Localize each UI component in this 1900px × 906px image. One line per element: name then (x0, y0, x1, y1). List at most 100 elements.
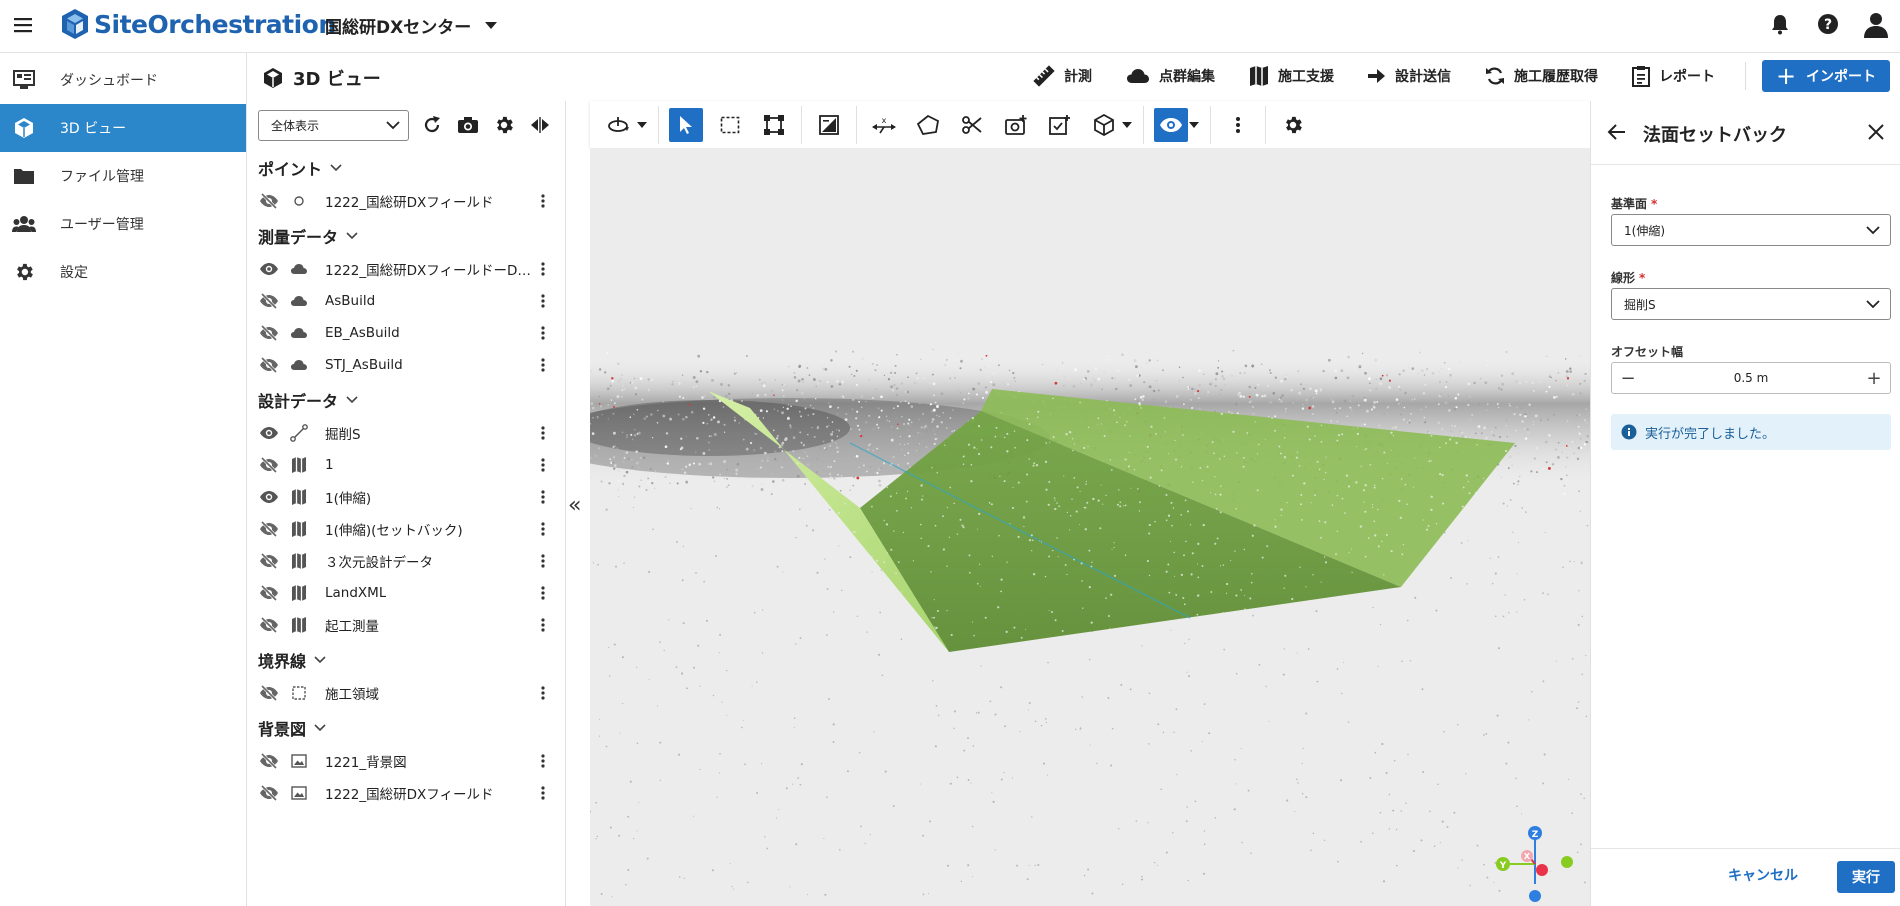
layer-name[interactable]: 掘削S (325, 423, 361, 443)
design-send-button[interactable]: 設計送信 (1368, 66, 1451, 86)
more-vert-icon[interactable] (533, 259, 553, 279)
more-vert-icon[interactable] (533, 783, 553, 803)
polygon-icon[interactable] (911, 108, 945, 142)
eye-off-icon[interactable] (258, 518, 280, 540)
more-vert-icon[interactable] (533, 455, 553, 475)
layer-row[interactable]: 1222_国総研DXフィールドーD… (247, 253, 565, 285)
layer-name[interactable]: LandXML (325, 585, 386, 601)
caret-down-icon[interactable] (1188, 108, 1200, 142)
eye-off-icon[interactable] (258, 682, 280, 704)
more-vert-icon[interactable] (533, 355, 553, 375)
nav-item-settings[interactable]: 設定 (0, 248, 246, 296)
eye-off-icon[interactable] (258, 354, 280, 376)
eye-off-icon[interactable] (258, 454, 280, 476)
more-vert-icon[interactable] (1221, 108, 1255, 142)
more-vert-icon[interactable] (533, 615, 553, 635)
layer-name[interactable]: STJ_AsBuild (325, 357, 403, 373)
layer-name[interactable]: 施工領域 (325, 683, 379, 703)
layer-group-header[interactable]: 背景図 (247, 711, 565, 745)
eye-icon[interactable] (258, 486, 280, 508)
increment-button[interactable]: + (1858, 363, 1890, 393)
app-logo[interactable]: SiteOrchestration (60, 8, 336, 40)
layer-name[interactable]: EB_AsBuild (325, 325, 400, 341)
organization-select[interactable]: 国総研DXセンター (325, 13, 498, 38)
eye-off-icon[interactable] (258, 190, 280, 212)
measure-button[interactable]: 計測 (1033, 65, 1092, 87)
import-button[interactable]: + インポート (1762, 60, 1890, 92)
report-button[interactable]: レポート (1632, 65, 1715, 87)
caret-down-icon[interactable] (636, 108, 648, 142)
eye-off-icon[interactable] (258, 550, 280, 572)
layer-row[interactable]: EB_AsBuild (247, 317, 565, 349)
display-mode-select[interactable]: 全体表示 (258, 109, 409, 141)
decrement-button[interactable]: − (1612, 363, 1644, 393)
scissors-icon[interactable] (955, 108, 989, 142)
more-vert-icon[interactable] (533, 551, 553, 571)
offset-width-value[interactable]: 0.5 m (1734, 371, 1769, 385)
layer-row[interactable]: AsBuild (247, 285, 565, 317)
add-task-icon[interactable] (1043, 108, 1077, 142)
slope-icon[interactable] (812, 108, 846, 142)
eye-icon[interactable] (258, 422, 280, 444)
more-vert-icon[interactable] (533, 323, 553, 343)
base-surface-select[interactable]: 1(伸縮) (1611, 214, 1891, 246)
eye-off-icon[interactable] (258, 782, 280, 804)
layer-row[interactable]: 1221_背景図 (247, 745, 565, 777)
more-vert-icon[interactable] (533, 423, 553, 443)
camera-icon[interactable] (455, 112, 481, 138)
visibility-eye-icon[interactable] (1154, 107, 1188, 142)
layer-name[interactable]: 1222_国総研DXフィールドーD… (325, 259, 531, 279)
layer-name[interactable]: 1(伸縮)(セットバック) (325, 519, 463, 539)
hamburger-menu-icon[interactable] (12, 14, 34, 36)
back-arrow-icon[interactable] (1605, 121, 1629, 145)
layer-row[interactable]: STJ_AsBuild (247, 349, 565, 381)
layer-name[interactable]: 起工測量 (325, 615, 379, 635)
layer-row[interactable]: 1222_国総研DXフィールド (247, 185, 565, 217)
nav-item-file-management[interactable]: ファイル管理 (0, 152, 246, 200)
layer-row[interactable]: 施工領域 (247, 677, 565, 709)
box-select-icon[interactable] (713, 108, 747, 142)
layer-name[interactable]: ３次元設計データ (325, 551, 433, 571)
caret-down-icon[interactable] (1121, 108, 1133, 142)
layer-name[interactable]: 1(伸縮) (325, 487, 371, 507)
account-avatar-icon[interactable] (1862, 10, 1890, 38)
layer-group-header[interactable]: ポイント (247, 151, 565, 185)
layer-row[interactable]: 1(伸縮) (247, 481, 565, 513)
notification-bell-icon[interactable] (1766, 10, 1794, 38)
3d-viewport[interactable]: Z Y X (590, 148, 1590, 906)
orbit-icon[interactable] (602, 108, 636, 142)
layer-name[interactable]: AsBuild (325, 293, 375, 309)
add-photo-icon[interactable] (999, 108, 1033, 142)
more-vert-icon[interactable] (533, 751, 553, 771)
split-view-icon[interactable] (527, 112, 553, 138)
point-cloud-edit-button[interactable]: 点群編集 (1126, 66, 1215, 86)
layer-row[interactable]: 起工測量 (247, 609, 565, 641)
close-icon[interactable] (1865, 121, 1889, 145)
cancel-button[interactable]: キャンセル (1728, 865, 1798, 885)
nav-item-dashboard[interactable]: ダッシュボード (0, 56, 246, 104)
eye-icon[interactable] (258, 258, 280, 280)
layer-name[interactable]: 1 (325, 457, 334, 473)
eye-off-icon[interactable] (258, 290, 280, 312)
run-button[interactable]: 実行 (1837, 861, 1895, 893)
layer-row[interactable]: 掘削S (247, 417, 565, 449)
layer-name[interactable]: 1222_国総研DXフィールド (325, 783, 493, 803)
more-vert-icon[interactable] (533, 291, 553, 311)
construction-history-button[interactable]: 施工履歴取得 (1485, 66, 1598, 86)
select-pointer-icon[interactable] (669, 107, 703, 142)
layer-name[interactable]: 1222_国総研DXフィールド (325, 191, 493, 211)
axis-distance-icon[interactable]: x (867, 108, 901, 142)
help-icon[interactable]: ? (1814, 10, 1842, 38)
more-vert-icon[interactable] (533, 583, 553, 603)
layer-row[interactable]: LandXML (247, 577, 565, 609)
layer-group-header[interactable]: 設計データ (247, 383, 565, 417)
eye-off-icon[interactable] (258, 322, 280, 344)
layer-row[interactable]: 1222_国総研DXフィールド (247, 777, 565, 809)
layer-group-header[interactable]: 境界線 (247, 643, 565, 677)
more-vert-icon[interactable] (533, 191, 553, 211)
gear-icon[interactable] (491, 112, 517, 138)
layer-row[interactable]: 1(伸縮)(セットバック) (247, 513, 565, 545)
more-vert-icon[interactable] (533, 519, 553, 539)
layer-group-header[interactable]: 測量データ (247, 219, 565, 253)
eye-off-icon[interactable] (258, 582, 280, 604)
